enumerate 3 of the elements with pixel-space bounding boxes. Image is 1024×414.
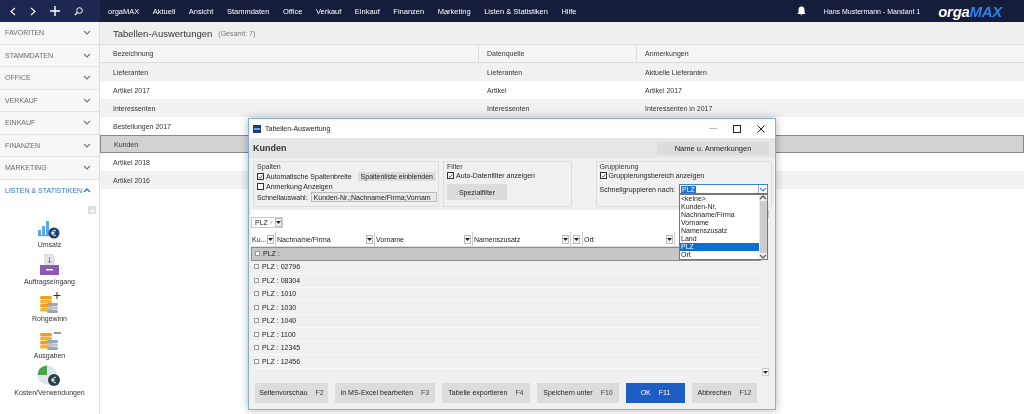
logo: orgaMAX <box>938 2 1002 20</box>
dialog-heading: Kunden <box>253 143 287 153</box>
page-title: Tabellen-Auswertungen <box>113 27 213 39</box>
